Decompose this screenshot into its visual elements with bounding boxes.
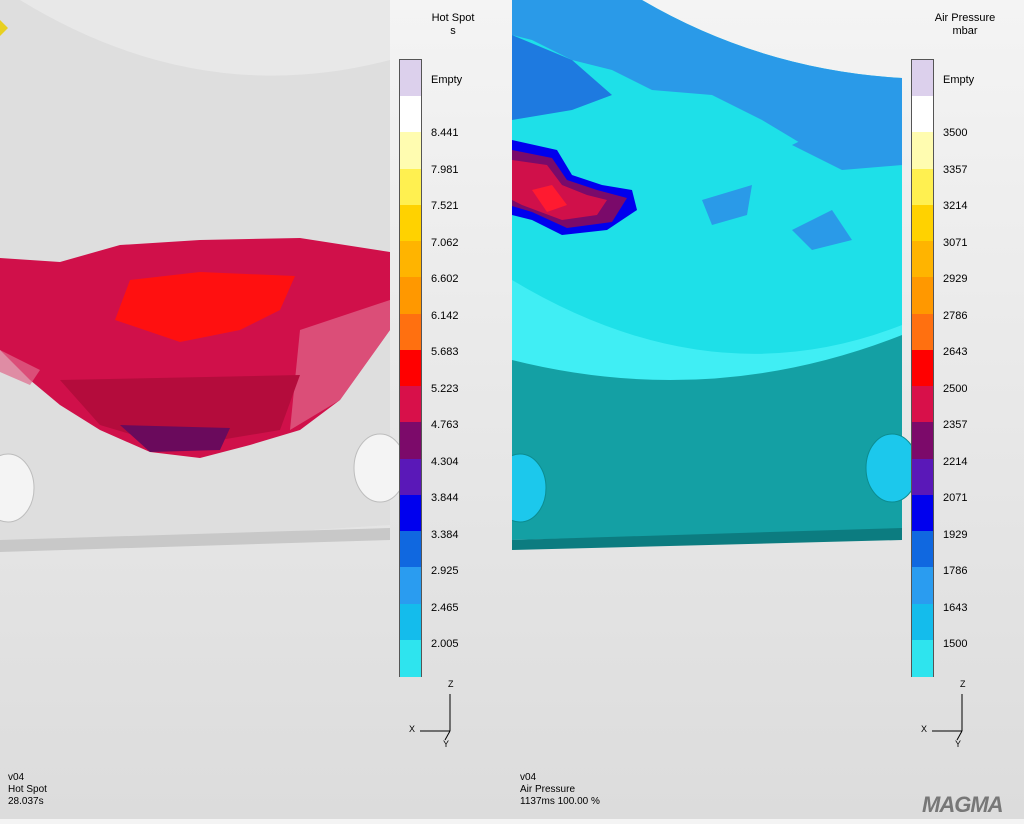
legend-color-swatch [400,349,421,387]
legend-color-swatch [912,168,933,206]
legend-label: 2929 [943,273,968,285]
legend-color-swatch [400,96,421,134]
legend-label: 7.521 [431,200,459,212]
legend-title: Hot Spot s [408,12,498,38]
version-label: v04 [8,772,25,783]
legend-label: 1786 [943,565,968,577]
air-pressure-panel: Air Pressure mbar Empty 3500 3357 3214 3… [512,0,1024,819]
color-legend-bar [911,59,934,677]
legend-color-swatch [400,494,421,532]
result-info: v04 Air Pressure 1137ms 100.00 % [520,772,600,808]
legend-label: 8.441 [431,127,459,139]
legend-label: 3214 [943,200,968,212]
legend-color-swatch [912,96,933,134]
color-legend-bar [399,59,422,677]
legend-label: 7.981 [431,164,459,176]
legend-label: 1500 [943,638,968,650]
legend-color-swatch [400,168,421,206]
legend-label: 2214 [943,456,968,468]
axis-x-label: X [921,724,928,734]
legend-label: 3.384 [431,529,459,541]
legend-color-swatch [912,241,933,279]
legend-empty-label: Empty [431,74,463,86]
legend-label: 3500 [943,127,968,139]
legend-label: 2.925 [431,565,459,577]
legend-label: 2.465 [431,602,459,614]
axis-triad: Z X Y [917,676,977,751]
legend-label: 7.062 [431,237,459,249]
legend-label: 1929 [943,529,968,541]
legend-color-swatch [400,313,421,351]
legend-color-swatch [400,422,421,460]
legend-label: 4.763 [431,419,459,431]
legend-label: 3.844 [431,492,459,504]
legend-label: 2643 [943,346,968,358]
legend-color-swatch [400,639,421,677]
axis-y-label: Y [443,739,450,749]
legend-label: 6.602 [431,273,459,285]
result-name: Hot Spot [8,784,47,795]
legend-title: Air Pressure mbar [920,12,1010,38]
legend-label: 3357 [943,164,968,176]
hot-spot-3d-view[interactable] [0,0,400,560]
legend-color-swatch [912,313,933,351]
legend-color-swatch [912,567,933,605]
air-pressure-3d-view[interactable] [512,0,912,560]
legend-label: 6.142 [431,310,459,322]
legend-color-swatch [400,277,421,315]
legend-color-swatch [912,531,933,569]
legend-color-swatch [912,349,933,387]
result-time: 28.037s [8,796,44,807]
legend-color-swatch [400,60,421,97]
result-name: Air Pressure [520,784,576,795]
legend-label: 2071 [943,492,968,504]
legend-label: 2786 [943,310,968,322]
legend-color-swatch [400,458,421,496]
legend-color-swatch [400,132,421,170]
legend-color-swatch [400,567,421,605]
version-label: v04 [520,772,537,783]
result-time: 1137ms 100.00 % [520,796,600,807]
legend-color-swatch [400,603,421,641]
legend-color-swatch [912,494,933,532]
legend-label: 3071 [943,237,968,249]
axis-x-label: X [409,724,416,734]
legend-color-swatch [912,458,933,496]
result-info: v04 Hot Spot 28.037s [8,772,47,808]
legend-label: 5.223 [431,383,459,395]
axis-triad-icon [420,694,451,741]
legend-label: 1643 [943,602,968,614]
axis-z-label: Z [448,679,454,689]
legend-label: 2500 [943,383,968,395]
legend-title-text: Hot Spot [431,12,475,24]
magma-logo-mark: MAGMA [922,792,1004,817]
legend-color-swatch [400,531,421,569]
legend-unit: mbar [952,25,978,37]
legend-color-swatch [912,132,933,170]
legend-color-swatch [912,603,933,641]
legend-color-swatch [400,241,421,279]
legend-color-swatch [912,60,933,97]
magma-logo: MAGMA [920,784,1024,819]
legend-color-swatch [912,277,933,315]
legend-title-text: Air Pressure [934,12,996,24]
axis-triad: Z X Y [405,676,465,751]
legend-color-swatch [400,386,421,424]
legend-empty-label: Empty [943,74,975,86]
legend-label: 5.683 [431,346,459,358]
hot-spot-panel: Hot Spot s Empty 8.441 7.981 7.521 7.062… [0,0,512,819]
legend-color-swatch [912,422,933,460]
axis-z-label: Z [960,679,966,689]
axis-triad-icon [932,694,963,741]
legend-color-swatch [912,204,933,242]
legend-color-swatch [912,639,933,677]
legend-label: 2357 [943,419,968,431]
axis-y-label: Y [955,739,962,749]
magma-logo-text: MAGMA [922,792,1003,817]
legend-color-swatch [912,386,933,424]
legend-color-swatch [400,204,421,242]
legend-label: 2.005 [431,638,459,650]
legend-label: 4.304 [431,456,459,468]
legend-unit: s [450,25,456,37]
